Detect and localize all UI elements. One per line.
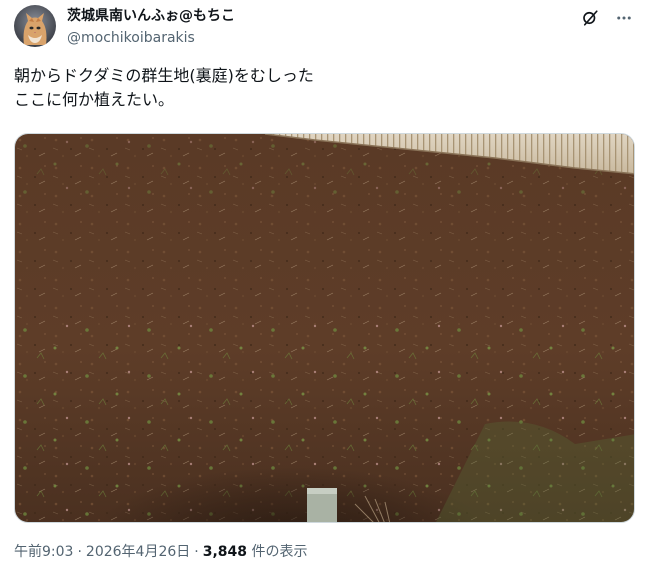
grok-icon[interactable] [580,8,600,28]
post-meta: 午前9:03 · 2026年4月26日 · 3,848 件の表示 [14,542,307,562]
header-actions [580,8,634,28]
cat-avatar-icon [14,5,56,47]
post-time[interactable]: 午前9:03 [14,544,73,560]
post-photo[interactable] [14,133,635,523]
more-icon[interactable] [614,8,634,28]
meta-separator: · [194,544,199,560]
author-display-name[interactable]: 茨城県南いんふぉ@もちこ [67,6,235,26]
meta-separator: · [77,544,82,560]
post-detail: 茨城県南いんふぉ@もちこ @mochikoibarakis 朝からドクダミの群生… [0,0,654,564]
post-header: 茨城県南いんふぉ@もちこ @mochikoibarakis [14,4,640,52]
photo-soil-garden-icon [15,134,634,522]
post-date[interactable]: 2026年4月26日 [86,544,190,560]
views-label: 件の表示 [251,544,308,560]
post-text-line: ここに何か植えたい。 [14,90,175,109]
avatar[interactable] [14,5,56,47]
author-names: 茨城県南いんふぉ@もちこ @mochikoibarakis [67,6,235,48]
post-text: 朝からドクダミの群生地(裏庭)をむしった ここに何か植えたい。 [14,64,634,112]
author-handle[interactable]: @mochikoibarakis [67,28,235,48]
post-text-line: 朝からドクダミの群生地(裏庭)をむしった [14,66,314,85]
views-count[interactable]: 3,848 [203,544,247,560]
